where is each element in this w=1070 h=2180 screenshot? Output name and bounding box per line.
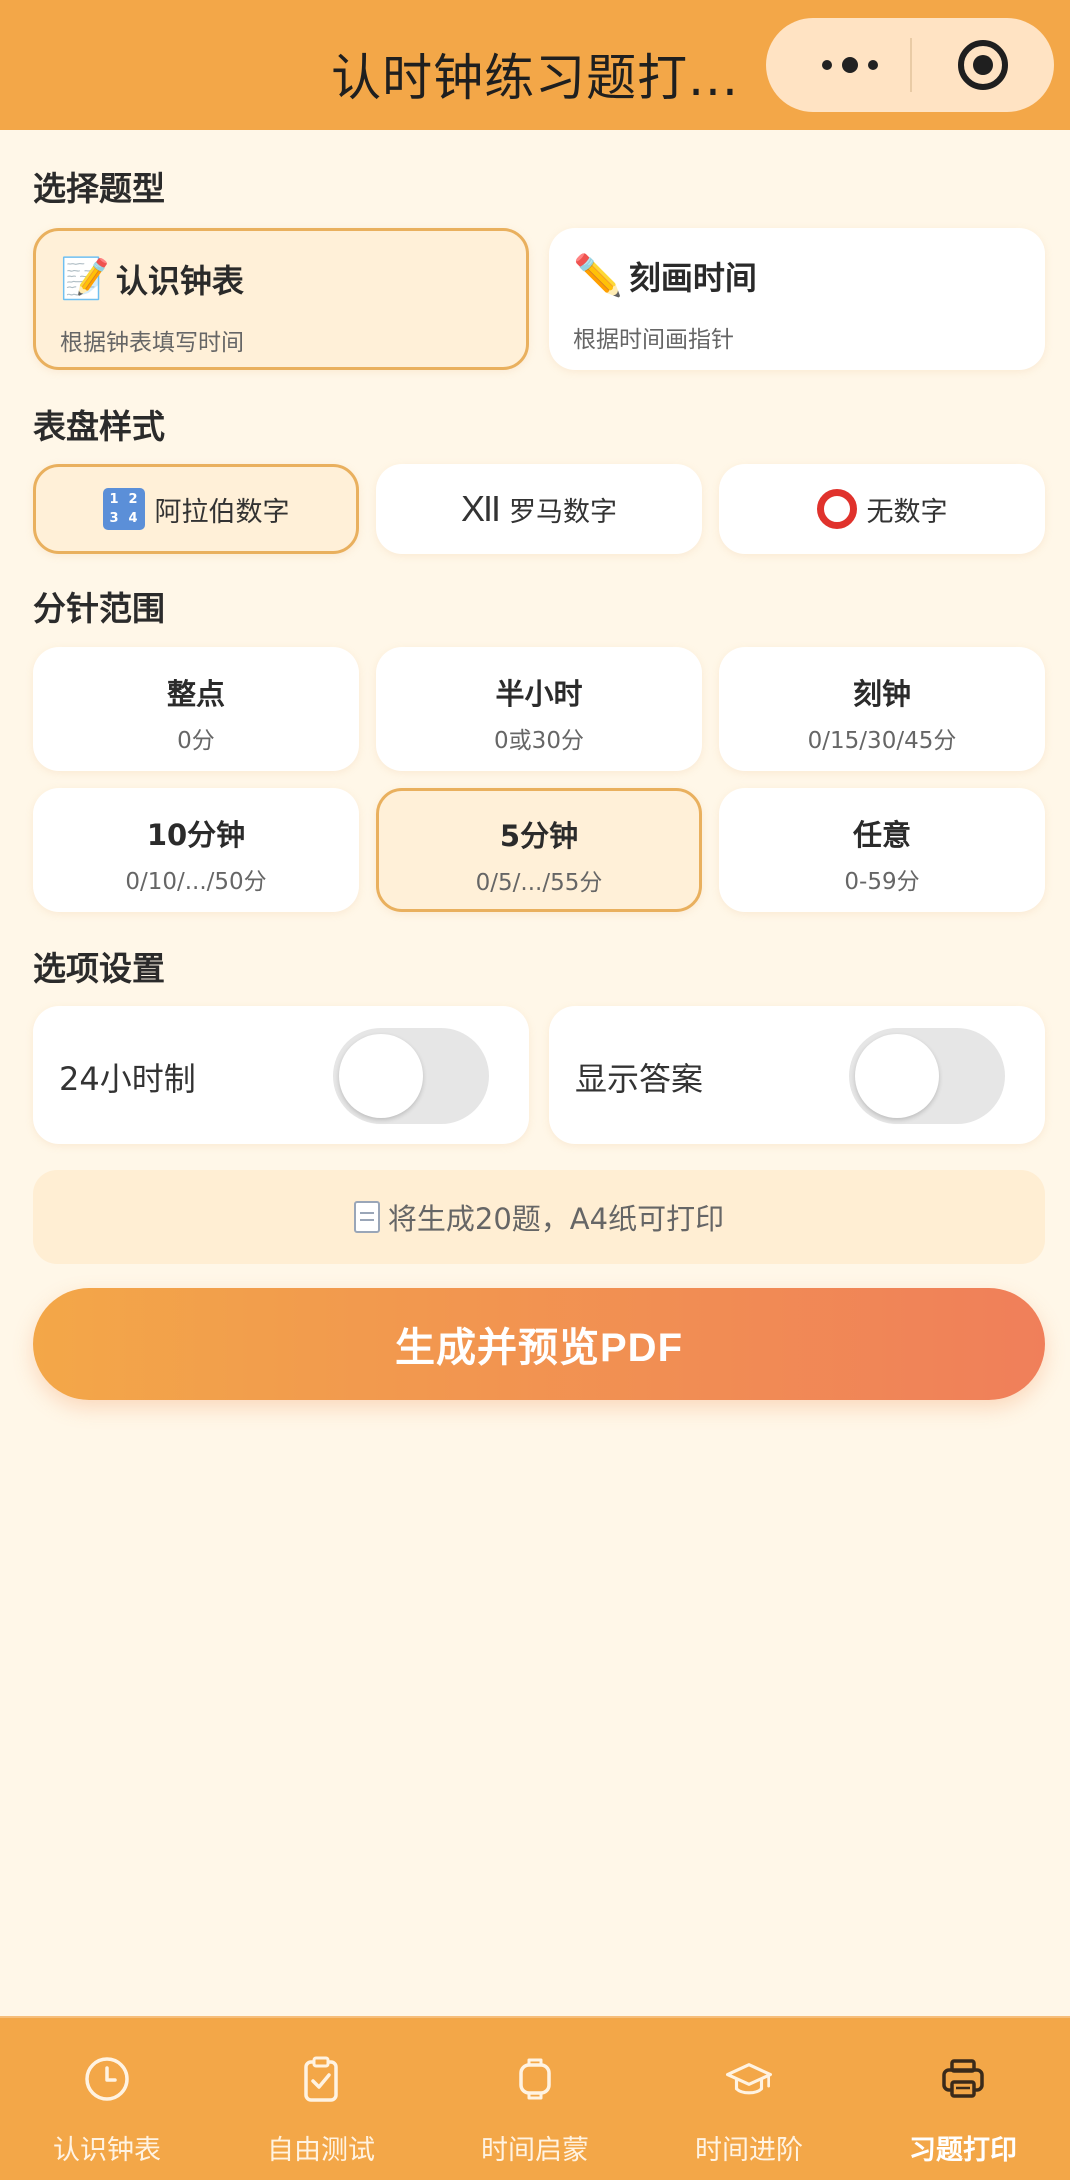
bottom-tab-bar: 认识钟表 自由测试 时间启蒙 时间进阶 习题打印 [0, 2016, 1070, 2180]
target-icon[interactable] [958, 40, 1008, 90]
toggle-24-hour[interactable] [333, 1028, 489, 1124]
minute-range-10-minutes[interactable]: 10分钟 0/10/.../50分 [33, 788, 359, 912]
minute-range-title: 5分钟 [499, 819, 579, 853]
dial-style-roman[interactable]: XII 罗马数字 [376, 464, 702, 554]
roman-numeral-icon: XII [460, 488, 501, 529]
tab-label: 认识钟表 [53, 2135, 161, 2166]
dial-style-arabic[interactable]: 1234 阿拉伯数字 [33, 464, 359, 554]
memo-icon: 📝 [60, 256, 110, 302]
minute-range-sub: 0分 [177, 728, 215, 754]
dial-style-label: 阿拉伯数字 [154, 496, 290, 528]
question-type-recognize-clock[interactable]: 📝 认识钟表 根据钟表填写时间 [33, 228, 529, 370]
tab-time-enlightenment[interactable]: 时间启蒙 [428, 2018, 642, 2180]
minute-range-title: 整点 [166, 677, 225, 711]
minute-range-sub: 0/10/.../50分 [125, 869, 267, 895]
minute-range-title: 10分钟 [146, 818, 246, 852]
minute-range-sub: 0/15/30/45分 [807, 728, 957, 754]
tab-free-test[interactable]: 自由测试 [214, 2018, 428, 2180]
question-type-name: 认识钟表 [115, 261, 244, 300]
toggle-knob [855, 1034, 939, 1118]
setting-label: 24小时制 [59, 1060, 196, 1098]
section-title-minute-range: 分针范围 [33, 589, 165, 628]
numbers-icon: 1234 [102, 488, 145, 530]
dial-style-none[interactable]: 无数字 [719, 464, 1045, 554]
question-type-draw-time[interactable]: ✏️ 刻画时间 根据时间画指针 [549, 228, 1045, 370]
generate-preview-pdf-button[interactable]: 生成并预览PDF [33, 1288, 1045, 1400]
tab-label: 时间进阶 [695, 2135, 803, 2166]
clock-icon [82, 2054, 132, 2104]
minute-range-title: 刻钟 [852, 677, 911, 711]
tab-label: 自由测试 [267, 2135, 375, 2166]
notice-banner: 将生成20题，A4纸可打印 [33, 1170, 1045, 1264]
minute-range-sub: 0/5/.../55分 [475, 870, 603, 896]
dial-style-label: 无数字 [866, 496, 948, 528]
minute-range-title: 半小时 [495, 677, 583, 711]
question-type-head: 📝 认识钟表 [60, 255, 244, 302]
setting-24-hour: 24小时制 [33, 1006, 529, 1144]
minute-range-sub: 0或30分 [494, 728, 584, 754]
mini-program-capsule [766, 18, 1054, 112]
page: 认时钟练习题打... 选择题型 📝 认识钟表 根据钟表填写时间 ✏️ 刻画时间 … [0, 0, 1070, 2180]
section-title-question-type: 选择题型 [33, 169, 165, 208]
toggle-show-answer[interactable] [849, 1028, 1005, 1124]
capsule-divider [910, 38, 912, 92]
minute-range-hour[interactable]: 整点 0分 [33, 647, 359, 771]
minute-range-title: 任意 [852, 818, 911, 852]
minute-range-quarter[interactable]: 刻钟 0/15/30/45分 [719, 647, 1045, 771]
section-title-settings: 选项设置 [33, 949, 165, 988]
document-icon [353, 1201, 380, 1233]
section-title-dial-style: 表盘样式 [33, 407, 165, 446]
tab-recognize-clock[interactable]: 认识钟表 [0, 2018, 214, 2180]
more-dots-icon[interactable] [806, 48, 894, 82]
pencil-icon: ✏️ [573, 253, 623, 299]
question-type-desc: 根据时间画指针 [573, 327, 734, 353]
notice-text: 将生成20题，A4纸可打印 [387, 1202, 725, 1236]
tab-exercise-print[interactable]: 习题打印 [856, 2018, 1070, 2180]
top-navigation-bar: 认时钟练习题打... [0, 0, 1070, 130]
minute-range-sub: 0-59分 [844, 869, 920, 895]
dial-style-label: 罗马数字 [509, 496, 617, 528]
setting-label: 显示答案 [575, 1060, 704, 1098]
tab-label: 习题打印 [909, 2135, 1017, 2166]
minute-range-half-hour[interactable]: 半小时 0或30分 [376, 647, 702, 771]
toggle-knob [339, 1034, 423, 1118]
graduation-cap-icon [724, 2054, 774, 2104]
question-type-name: 刻画时间 [628, 258, 757, 297]
printer-icon [938, 2054, 988, 2104]
minute-range-5-minutes[interactable]: 5分钟 0/5/.../55分 [376, 788, 702, 912]
circle-icon [816, 489, 857, 529]
setting-show-answer: 显示答案 [549, 1006, 1045, 1144]
tab-time-advanced[interactable]: 时间进阶 [642, 2018, 856, 2180]
watch-icon [510, 2054, 560, 2104]
question-type-head: ✏️ 刻画时间 [573, 252, 757, 299]
tab-label: 时间启蒙 [481, 2135, 589, 2166]
minute-range-any[interactable]: 任意 0-59分 [719, 788, 1045, 912]
question-type-desc: 根据钟表填写时间 [60, 330, 244, 356]
clipboard-check-icon [296, 2054, 346, 2104]
